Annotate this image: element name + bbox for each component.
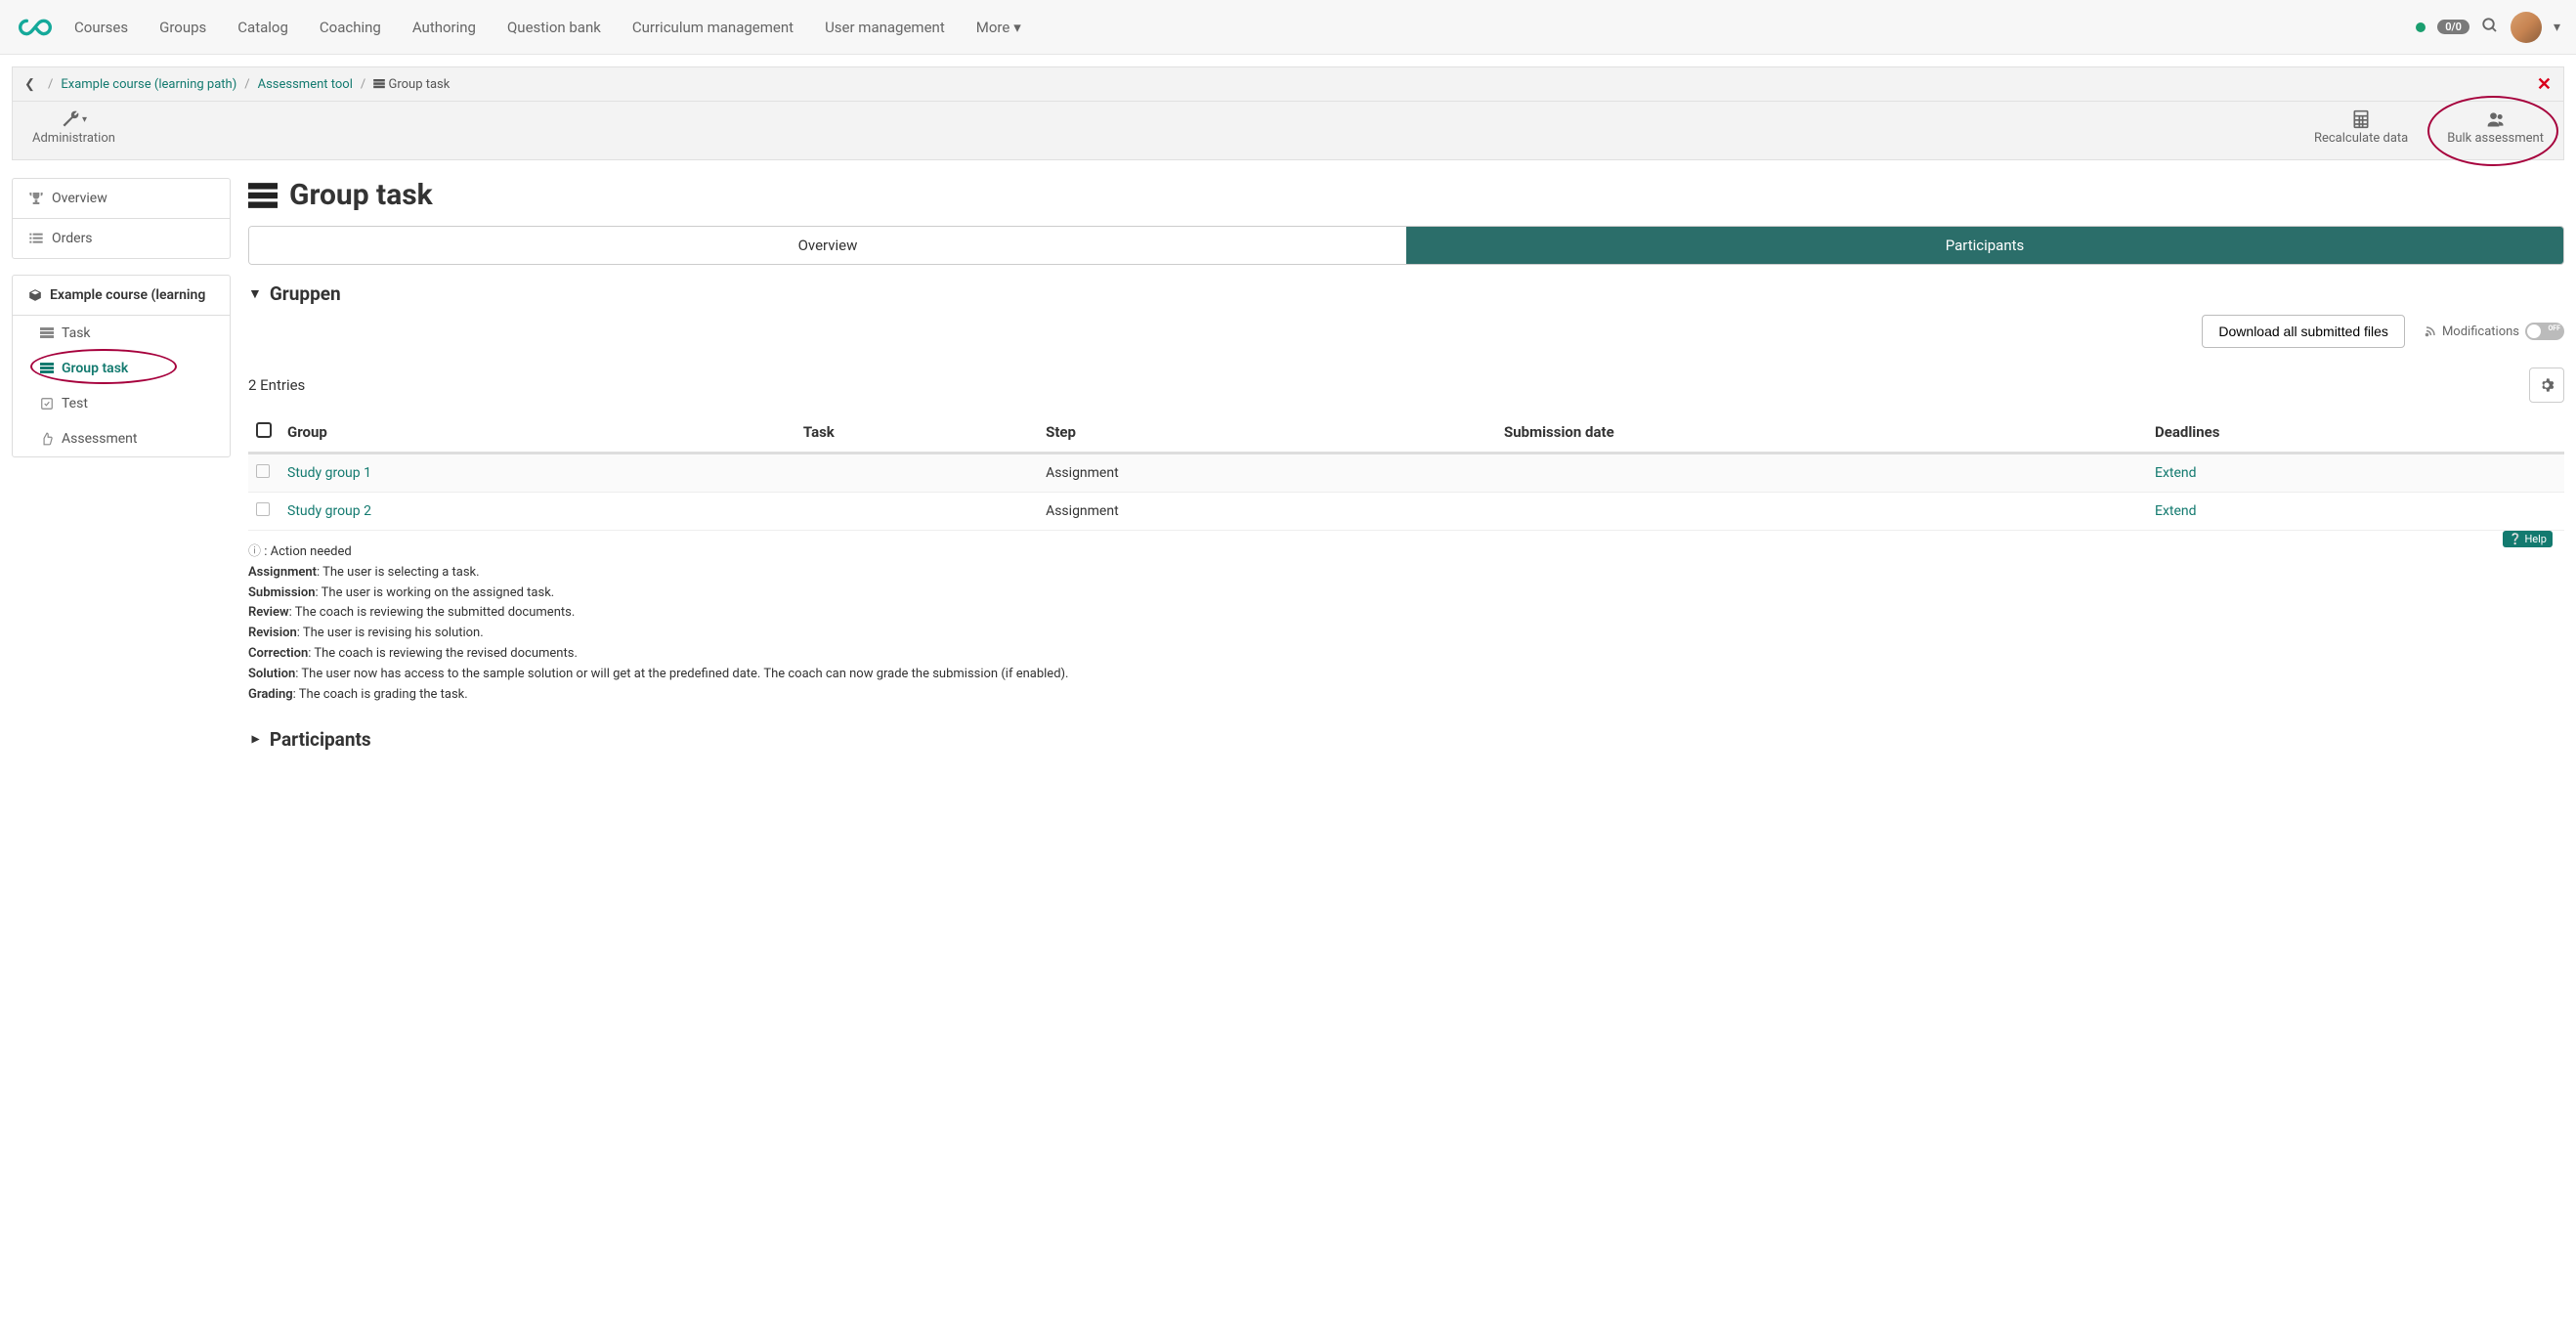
users-icon [2486, 109, 2506, 129]
help-button[interactable]: ❔ Help [2503, 531, 2553, 547]
breadcrumb-tool[interactable]: Assessment tool [258, 77, 353, 92]
rss-icon [2425, 325, 2436, 337]
caret-down-icon: ▼ [248, 285, 262, 302]
nav-question-bank[interactable]: Question bank [507, 19, 601, 36]
extend-link[interactable]: Extend [2155, 503, 2197, 519]
groups-table: Group Task Step Submission date Deadline… [248, 412, 2564, 531]
nav-more[interactable]: More▾ [976, 19, 1021, 36]
table-row: Study group 2 Assignment Extend [248, 493, 2564, 531]
sidebar-orders[interactable]: Orders [13, 219, 230, 258]
top-nav: Courses Groups Catalog Coaching Authorin… [0, 0, 2576, 55]
nav-curriculum[interactable]: Curriculum management [632, 19, 794, 36]
bars-icon [40, 327, 54, 339]
page-title: Group task [248, 178, 2564, 212]
administration-tool[interactable]: ▾ Administration [24, 109, 123, 146]
tab-overview[interactable]: Overview [249, 227, 1406, 264]
tab-participants[interactable]: Participants [1406, 227, 2563, 264]
sidebar-item-test[interactable]: Test [13, 386, 230, 421]
row-checkbox[interactable] [256, 502, 270, 516]
table-row: Study group 1 Assignment Extend [248, 454, 2564, 493]
bulk-assessment-label: Bulk assessment [2447, 131, 2544, 146]
close-icon[interactable]: ✕ [2537, 74, 2552, 95]
user-menu-caret-icon[interactable]: ▾ [2554, 20, 2560, 35]
sidebar: Overview Orders Example course (learning… [12, 178, 231, 760]
search-icon[interactable] [2481, 17, 2499, 38]
caret-right-icon: ▼ [246, 733, 263, 747]
breadcrumb: ❮ / Example course (learning path) / Ass… [12, 66, 2564, 102]
modifications-toggle[interactable]: Modifications OFF [2425, 323, 2564, 340]
wrench-icon [61, 109, 80, 129]
breadcrumb-course[interactable]: Example course (learning path) [61, 77, 236, 92]
list-icon [28, 231, 44, 246]
col-group[interactable]: Group [279, 412, 795, 454]
col-task[interactable]: Task [795, 412, 1038, 454]
breadcrumb-current: Group task [373, 77, 450, 92]
entries-count: 2 Entries [248, 376, 305, 394]
trophy-icon [28, 191, 44, 206]
bars-icon [40, 363, 54, 374]
sidebar-overview[interactable]: Overview [13, 179, 230, 219]
table-settings-button[interactable] [2529, 368, 2564, 403]
select-all-checkbox[interactable] [256, 422, 272, 438]
nav-catalog[interactable]: Catalog [237, 19, 288, 36]
cube-icon [28, 288, 42, 302]
sidebar-item-task[interactable]: Task [13, 316, 230, 351]
check-square-icon [40, 397, 54, 411]
thumbs-up-icon [40, 432, 54, 446]
info-icon: ⓘ [248, 544, 261, 559]
calculator-icon [2351, 109, 2371, 129]
nav-authoring[interactable]: Authoring [412, 19, 476, 36]
breadcrumb-back-icon[interactable]: ❮ [24, 77, 40, 92]
row-checkbox[interactable] [256, 464, 270, 478]
download-files-button[interactable]: Download all submitted files [2202, 315, 2405, 348]
extend-link[interactable]: Extend [2155, 465, 2197, 481]
section-participants-toggle[interactable]: ▼ Participants [248, 728, 2564, 751]
toolbar: ▾ Administration Recalculate data Bulk a… [12, 102, 2564, 160]
bars-icon [248, 181, 278, 210]
col-step[interactable]: Step [1038, 412, 1496, 454]
col-submission[interactable]: Submission date [1496, 412, 2147, 454]
chevron-down-icon: ▾ [1013, 19, 1021, 36]
nav-coaching[interactable]: Coaching [320, 19, 381, 36]
logo[interactable] [16, 6, 59, 49]
col-deadlines[interactable]: Deadlines [2147, 412, 2564, 454]
nav-user-mgmt[interactable]: User management [825, 19, 945, 36]
avatar[interactable] [2511, 12, 2542, 43]
group-link[interactable]: Study group 2 [287, 503, 371, 519]
gear-icon [2539, 377, 2555, 393]
sidebar-item-group-task[interactable]: Group task [13, 351, 230, 386]
nav-courses[interactable]: Courses [74, 19, 128, 36]
recalculate-tool[interactable]: Recalculate data [2306, 109, 2416, 146]
tabs: Overview Participants [248, 226, 2564, 265]
sidebar-item-assessment[interactable]: Assessment [13, 421, 230, 456]
sidebar-course-root[interactable]: Example course (learning [13, 276, 230, 316]
main-content: Group task Overview Participants ▼ Grupp… [248, 178, 2564, 760]
toggle-switch[interactable]: OFF [2525, 323, 2564, 340]
administration-label: Administration [32, 131, 115, 146]
group-link[interactable]: Study group 1 [287, 465, 371, 481]
notification-badge[interactable]: 0/0 [2437, 20, 2469, 34]
info-legend: ⓘ : Action needed Assignment: The user i… [248, 542, 2564, 705]
chevron-down-icon: ▾ [82, 114, 87, 125]
bulk-assessment-tool[interactable]: Bulk assessment [2439, 109, 2552, 146]
section-groups-toggle[interactable]: ▼ Gruppen [248, 282, 2564, 305]
recalculate-label: Recalculate data [2314, 131, 2408, 146]
status-dot-icon [2416, 22, 2426, 32]
nav-groups[interactable]: Groups [159, 19, 206, 36]
